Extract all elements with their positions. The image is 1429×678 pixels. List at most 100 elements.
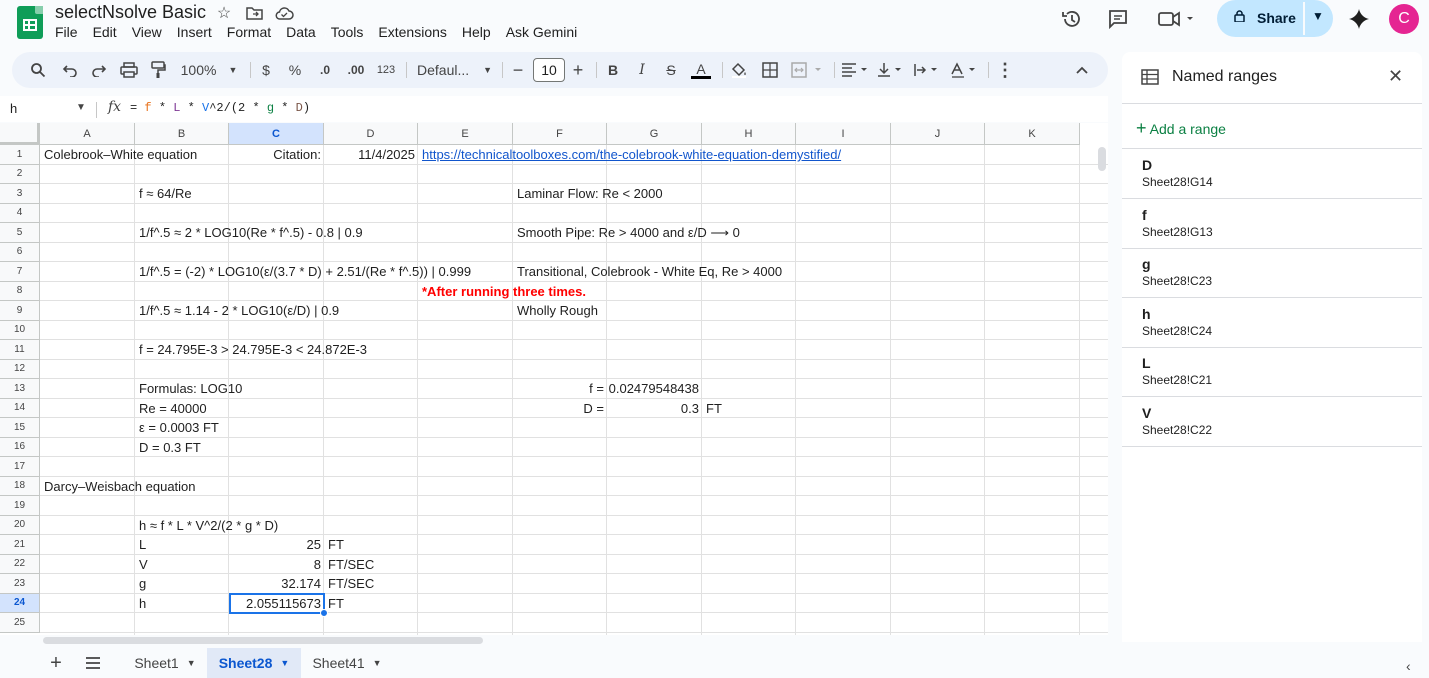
- name-box-dropdown-icon[interactable]: ▼: [76, 102, 86, 113]
- column-header-k[interactable]: K: [985, 123, 1080, 145]
- font-family-select[interactable]: Defaul... ▼: [417, 58, 493, 82]
- name-box[interactable]: h: [10, 101, 17, 116]
- menu-help[interactable]: Help: [462, 24, 491, 40]
- vertical-scrollbar[interactable]: [1098, 147, 1106, 171]
- row-header-9[interactable]: 9: [0, 301, 40, 321]
- named-range-item[interactable]: V Sheet28!C22: [1122, 397, 1422, 447]
- row-header-10[interactable]: 10: [0, 320, 40, 340]
- row-header-25[interactable]: 25: [0, 613, 40, 633]
- sheets-logo-icon[interactable]: [17, 6, 43, 39]
- hide-side-panel-icon[interactable]: ‹: [1406, 658, 1411, 674]
- bold-button[interactable]: B: [605, 58, 621, 82]
- row-header-12[interactable]: 12: [0, 359, 40, 379]
- row-header-3[interactable]: 3: [0, 184, 40, 204]
- increase-decimal-button[interactable]: .00: [343, 58, 369, 82]
- row-header-17[interactable]: 17: [0, 457, 40, 477]
- row-header-11[interactable]: 11: [0, 340, 40, 360]
- merge-cells-icon[interactable]: [790, 58, 826, 82]
- row-header-20[interactable]: 20: [0, 515, 40, 535]
- close-icon[interactable]: ✕: [1388, 66, 1403, 87]
- column-header-i[interactable]: I: [796, 123, 891, 145]
- document-title[interactable]: selectNsolve Basic: [55, 2, 206, 23]
- text-rotation-icon[interactable]: [949, 58, 979, 82]
- row-header-4[interactable]: 4: [0, 203, 40, 223]
- selected-cell-outline[interactable]: [229, 592, 325, 614]
- row-header-2[interactable]: 2: [0, 164, 40, 184]
- search-menus-icon[interactable]: [28, 58, 48, 82]
- strikethrough-button[interactable]: S: [662, 58, 680, 82]
- row-header-22[interactable]: 22: [0, 554, 40, 574]
- add-sheet-button[interactable]: +: [46, 648, 66, 678]
- named-range-item[interactable]: g Sheet28!C23: [1122, 248, 1422, 298]
- percent-format-button[interactable]: %: [287, 58, 303, 82]
- named-range-item[interactable]: D Sheet28!G14: [1122, 149, 1422, 199]
- column-header-j[interactable]: J: [891, 123, 985, 145]
- sheet-tab-dropdown-icon[interactable]: ▼: [373, 658, 382, 668]
- more-formats-button[interactable]: 123: [374, 58, 398, 82]
- named-range-item[interactable]: L Sheet28!C21: [1122, 347, 1422, 397]
- decrease-decimal-button[interactable]: .0: [314, 58, 336, 82]
- cloud-saved-icon[interactable]: [274, 4, 294, 22]
- sheet-tab-sheet41[interactable]: Sheet41 ▼: [301, 648, 393, 678]
- text-wrapping-icon[interactable]: [912, 58, 942, 82]
- row-header-23[interactable]: 23: [0, 574, 40, 594]
- sheet-tab-sheet1[interactable]: Sheet1 ▼: [122, 648, 208, 678]
- print-icon[interactable]: [118, 58, 140, 82]
- column-header-a[interactable]: A: [40, 123, 135, 145]
- column-header-b[interactable]: B: [135, 123, 229, 145]
- row-header-14[interactable]: 14: [0, 398, 40, 418]
- gemini-icon[interactable]: [1346, 7, 1372, 31]
- fill-color-icon[interactable]: [729, 58, 749, 82]
- redo-icon[interactable]: [89, 58, 109, 82]
- row-header-15[interactable]: 15: [0, 418, 40, 438]
- horizontal-scrollbar[interactable]: [43, 637, 483, 644]
- user-avatar[interactable]: C: [1389, 4, 1419, 34]
- text-color-button[interactable]: A: [690, 58, 712, 82]
- menu-file[interactable]: File: [55, 24, 78, 40]
- share-button[interactable]: Share ▼: [1217, 0, 1333, 37]
- cell-e1[interactable]: https://technicaltoolboxes.com/the-coleb…: [422, 145, 841, 164]
- share-dropdown-icon[interactable]: ▼: [1312, 9, 1324, 23]
- select-all-corner[interactable]: [0, 123, 40, 145]
- paint-format-icon[interactable]: [148, 58, 168, 82]
- row-header-7[interactable]: 7: [0, 262, 40, 282]
- named-range-item[interactable]: f Sheet28!G13: [1122, 199, 1422, 249]
- add-range-button[interactable]: + Add a range: [1136, 118, 1226, 139]
- row-header-24[interactable]: 24: [0, 593, 40, 613]
- fill-handle[interactable]: [320, 608, 328, 617]
- row-header-21[interactable]: 21: [0, 535, 40, 555]
- menu-data[interactable]: Data: [286, 24, 316, 40]
- column-header-g[interactable]: G: [607, 123, 702, 145]
- row-header-18[interactable]: 18: [0, 476, 40, 496]
- spreadsheet-grid[interactable]: A B C D E F G H I J K 1 2 3 4 5 6 7 8 9 10 11 12 13 14 15 16 17 18 19…: [0, 123, 1108, 635]
- comments-icon[interactable]: [1105, 7, 1131, 31]
- menu-edit[interactable]: Edit: [93, 24, 117, 40]
- row-header-5[interactable]: 5: [0, 223, 40, 243]
- vertical-align-icon[interactable]: [876, 58, 906, 82]
- menu-view[interactable]: View: [132, 24, 162, 40]
- italic-button[interactable]: I: [634, 58, 650, 82]
- increase-font-size-button[interactable]: +: [570, 58, 586, 82]
- borders-icon[interactable]: [760, 58, 780, 82]
- move-folder-icon[interactable]: [244, 4, 264, 22]
- currency-format-button[interactable]: $: [258, 58, 274, 82]
- column-header-f[interactable]: F: [513, 123, 607, 145]
- version-history-icon[interactable]: [1059, 7, 1085, 31]
- row-header-1[interactable]: 1: [0, 145, 40, 165]
- font-size-input[interactable]: 10: [533, 58, 565, 82]
- sheet-tab-dropdown-icon[interactable]: ▼: [187, 658, 196, 668]
- menu-tools[interactable]: Tools: [331, 24, 364, 40]
- column-header-h[interactable]: H: [702, 123, 796, 145]
- menu-insert[interactable]: Insert: [177, 24, 212, 40]
- row-header-16[interactable]: 16: [0, 437, 40, 457]
- zoom-select[interactable]: 100% ▼: [178, 58, 240, 82]
- horizontal-align-icon[interactable]: [840, 58, 870, 82]
- menu-format[interactable]: Format: [227, 24, 271, 40]
- star-icon[interactable]: ☆: [214, 4, 234, 22]
- collapse-menus-icon[interactable]: [1072, 58, 1092, 82]
- named-range-item[interactable]: h Sheet28!C24: [1122, 298, 1422, 348]
- column-header-e[interactable]: E: [418, 123, 513, 145]
- decrease-font-size-button[interactable]: −: [510, 58, 526, 82]
- row-header-6[interactable]: 6: [0, 242, 40, 262]
- menu-ask-gemini[interactable]: Ask Gemini: [506, 24, 578, 40]
